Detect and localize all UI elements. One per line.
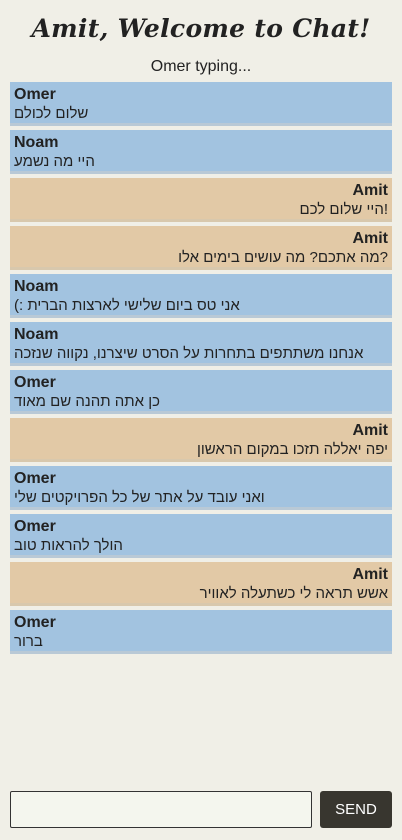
message-sender: Amit (352, 422, 388, 439)
message-sender: Noam (14, 278, 59, 295)
message-text: הולך להראות טוב (14, 537, 123, 554)
typing-indicator: Omer typing... (150, 58, 252, 75)
message-text: ברור (14, 633, 43, 650)
message-item: Omer ברור (10, 610, 392, 654)
message-item: Omer הולך להראות טוב (10, 514, 392, 558)
message-text: שלום לכולם (14, 105, 89, 122)
send-button[interactable]: SEND (320, 791, 392, 828)
message-item: Noam אני טס ביום שלישי לארצות הברית :) (10, 274, 392, 318)
message-text: ?מה אתכם? מה עושים בימים אלו (178, 249, 388, 266)
message-sender: Amit (352, 566, 388, 583)
message-text: אנחנו משתתפים בתחרות על הסרט שיצרנו, נקו… (14, 345, 364, 362)
message-text: ואני עובד על אתר של כל הפרויקטים שלי (14, 489, 265, 506)
message-item: Omer ואני עובד על אתר של כל הפרויקטים של… (10, 466, 392, 510)
message-text: כן אתה תהנה שם מאוד (14, 393, 161, 410)
message-text: היי מה נשמע (14, 153, 95, 170)
message-item: Noam היי מה נשמע (10, 130, 392, 174)
message-item-own: Amit ?מה אתכם? מה עושים בימים אלו (10, 226, 392, 270)
message-sender: Omer (14, 614, 56, 631)
message-item: Omer כן אתה תהנה שם מאוד (10, 370, 392, 414)
message-sender: Amit (352, 230, 388, 247)
message-item-own: Amit אשש תראה לי כשתעלה לאוויר (10, 562, 392, 606)
message-list: Omer שלום לכולם Noam היי מה נשמע Amit !ה… (10, 82, 392, 658)
message-sender: Omer (14, 86, 56, 103)
message-text: !היי שלום לכם (299, 201, 388, 218)
message-text: יפה יאללה תזכו במקום הראשון (196, 441, 388, 458)
message-sender: Omer (14, 470, 56, 487)
message-input[interactable] (10, 791, 312, 828)
message-sender: Noam (14, 134, 59, 151)
message-item: Omer שלום לכולם (10, 82, 392, 126)
message-text: אשש תראה לי כשתעלה לאוויר (199, 585, 388, 602)
message-text: אני טס ביום שלישי לארצות הברית :) (14, 297, 240, 314)
message-item-own: Amit !היי שלום לכם (10, 178, 392, 222)
message-sender: Noam (14, 326, 59, 343)
message-sender: Omer (14, 374, 56, 391)
page-title: Amit, Welcome to Chat! (31, 14, 371, 43)
message-sender: Amit (352, 182, 388, 199)
message-item: Noam אנחנו משתתפים בתחרות על הסרט שיצרנו… (10, 322, 392, 366)
message-item-own: Amit יפה יאללה תזכו במקום הראשון (10, 418, 392, 462)
message-sender: Omer (14, 518, 56, 535)
